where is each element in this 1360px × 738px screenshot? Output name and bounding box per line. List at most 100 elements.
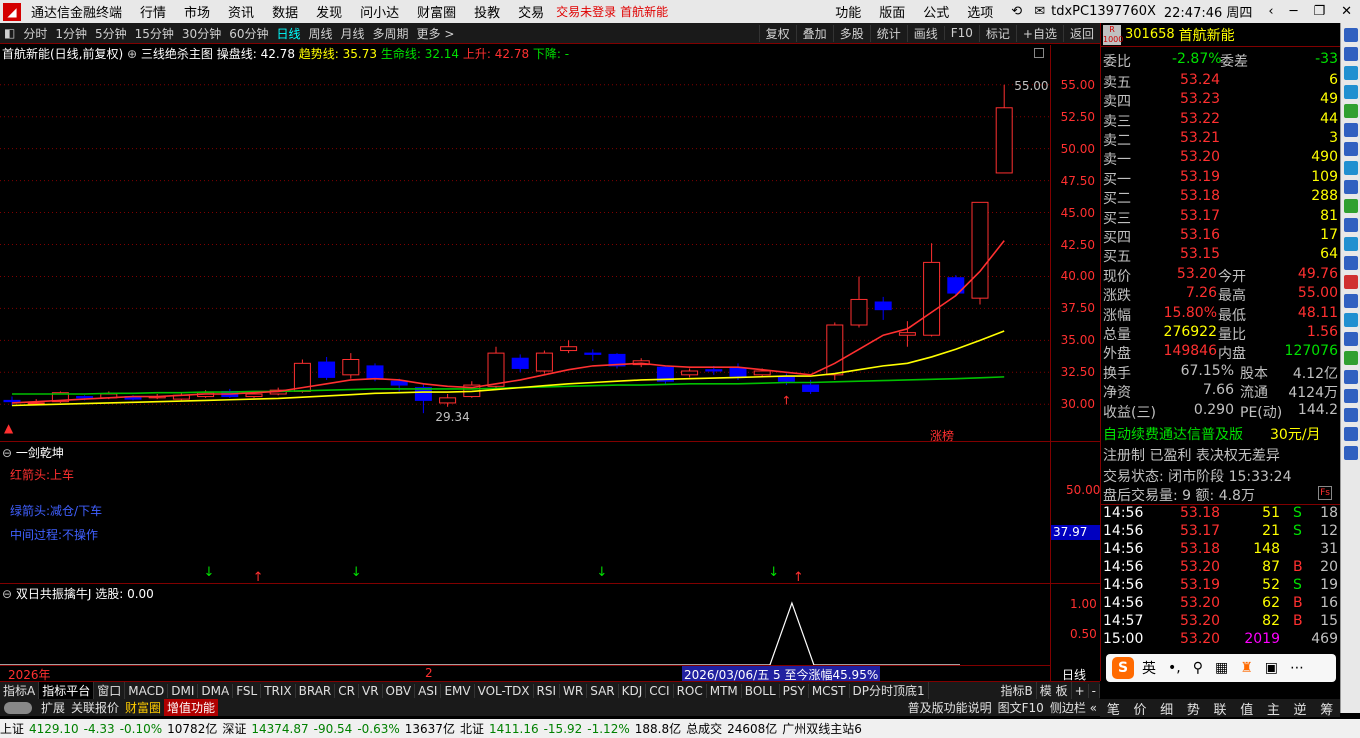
indicator-tab[interactable]: ROC xyxy=(674,683,707,698)
menu-item[interactable]: 市场 xyxy=(178,2,216,21)
restore-icon[interactable]: ❐ xyxy=(1313,4,1325,19)
zoom-out-icon[interactable] xyxy=(1344,47,1358,61)
indicator-tab[interactable]: CCI xyxy=(646,683,674,698)
refresh-icon[interactable]: ⟲ xyxy=(1011,4,1022,19)
indicator-tab[interactable]: WR xyxy=(560,683,588,698)
extension-button[interactable]: 关联报价 xyxy=(68,699,122,716)
template-tab[interactable]: 模 板 xyxy=(1037,682,1072,699)
draw-button[interactable]: 画线 xyxy=(906,24,944,42)
period-tab[interactable]: 30分钟 xyxy=(178,25,225,42)
indicator-tab[interactable]: 指标A xyxy=(0,682,40,699)
indicator-tab[interactable]: KDJ xyxy=(619,683,647,698)
period-tab[interactable]: 多周期 xyxy=(369,25,413,42)
rsi-icon[interactable] xyxy=(1344,351,1358,365)
tree-icon[interactable] xyxy=(1344,256,1358,270)
menu-item[interactable]: 发现 xyxy=(310,2,348,21)
overlay-button[interactable]: 叠加 xyxy=(795,24,833,42)
extension-button[interactable]: 财富圈 xyxy=(122,699,164,716)
indicator-tab[interactable]: DMA xyxy=(198,683,234,698)
grid-icon[interactable] xyxy=(1344,427,1358,441)
template-tab[interactable]: 指标B xyxy=(998,682,1037,699)
table-icon[interactable] xyxy=(1344,313,1358,327)
extension-button[interactable]: 扩展 xyxy=(38,699,68,716)
menu-item[interactable]: 财富圈 xyxy=(411,2,462,21)
add-watchlist-button[interactable]: +自选 xyxy=(1015,24,1063,42)
star-icon[interactable] xyxy=(1344,370,1358,384)
quote-tab[interactable]: 主 xyxy=(1260,699,1287,718)
period-tab[interactable]: 1分钟 xyxy=(51,25,91,42)
ime-logo-icon[interactable]: S xyxy=(1112,657,1134,679)
doc-icon[interactable] xyxy=(1344,161,1358,175)
menu-item[interactable]: 选项 xyxy=(961,2,999,21)
period-tab[interactable]: 15分钟 xyxy=(131,25,178,42)
indicator-tab[interactable]: MACD xyxy=(125,683,169,698)
quote-tab[interactable]: 筹 xyxy=(1313,699,1340,718)
indicator-tab[interactable]: VOL-TDX xyxy=(475,683,534,698)
ime-lang[interactable]: 英 xyxy=(1142,658,1156,678)
formula-name[interactable]: 三线绝杀主图 xyxy=(141,47,213,61)
menu-item[interactable]: 行情 xyxy=(134,2,172,21)
f10-button[interactable]: F10 xyxy=(943,26,979,40)
collapse-icon[interactable]: ⊖ xyxy=(2,587,16,601)
calendar-icon[interactable] xyxy=(1344,123,1358,137)
mail-icon[interactable]: ✉ xyxy=(1034,4,1045,19)
menu-item[interactable]: 问小达 xyxy=(354,2,405,21)
ime-voice-icon[interactable]: ⚲ xyxy=(1193,660,1203,676)
template-tab[interactable]: + xyxy=(1072,683,1089,698)
quote-tab[interactable]: 价 xyxy=(1127,699,1154,718)
quote-tab[interactable]: 值 xyxy=(1233,699,1260,718)
period-tab[interactable]: 分时 xyxy=(19,25,51,42)
f-icon[interactable] xyxy=(1344,142,1358,156)
fs-icon[interactable]: Fs xyxy=(1318,486,1332,500)
period-tab[interactable]: 月线 xyxy=(337,25,369,42)
period-tab[interactable]: 60分钟 xyxy=(225,25,272,42)
period-tab-active[interactable]: 日线 xyxy=(272,25,304,42)
period-tab[interactable]: 周线 xyxy=(305,25,337,42)
quote-tab[interactable]: 势 xyxy=(1180,699,1207,718)
menu-item[interactable]: 数据 xyxy=(266,2,304,21)
indicator-tab[interactable]: VR xyxy=(359,683,383,698)
indicator-tab[interactable]: RSI xyxy=(534,683,561,698)
chart-icon[interactable] xyxy=(1344,294,1358,308)
ime-keyboard-icon[interactable]: ▦ xyxy=(1215,660,1228,676)
close-icon[interactable]: ✕ xyxy=(1341,4,1352,19)
bar-icon[interactable] xyxy=(1344,218,1358,232)
menu-item[interactable]: 交易 xyxy=(512,2,550,21)
info-link[interactable]: 普及版功能说明 xyxy=(905,699,995,716)
ime-more-icon[interactable]: ⋯ xyxy=(1290,660,1304,676)
indicator-tab[interactable]: BOLL xyxy=(742,683,780,698)
wave-icon[interactable] xyxy=(1344,332,1358,346)
quote-tab[interactable]: 细 xyxy=(1153,699,1180,718)
indicator-tab[interactable]: OBV xyxy=(383,683,416,698)
menu-item[interactable]: 公式 xyxy=(917,2,955,21)
multi-stock-button[interactable]: 多股 xyxy=(832,24,870,42)
link-icon[interactable] xyxy=(1344,446,1358,460)
ranking-icon[interactable] xyxy=(1344,199,1358,213)
collapse-icon[interactable]: ⊖ xyxy=(2,446,16,460)
ime-skin-icon[interactable]: ♜ xyxy=(1240,660,1253,676)
extension-button[interactable]: 增值功能 xyxy=(164,699,219,716)
person-icon[interactable] xyxy=(1344,237,1358,251)
indicator-tab[interactable]: EMV xyxy=(441,683,475,698)
menu-item[interactable]: 资讯 xyxy=(222,2,260,21)
kline-chart[interactable]: 55.0029.34涨榜▲↑ ↓ ↑ ↓ ↓ ↓ ↑ xyxy=(0,62,1050,682)
indicator-tab[interactable]: DP分时顶底1 xyxy=(850,682,929,699)
indicator-tab[interactable]: 指标平台 xyxy=(39,682,95,699)
indicator-tab[interactable]: BRAR xyxy=(296,683,336,698)
expand-toggle-icon[interactable] xyxy=(4,701,32,714)
list-icon[interactable] xyxy=(1344,85,1358,99)
indicator-tab[interactable]: 窗口 xyxy=(94,682,126,699)
info-link[interactable]: 图文F10 xyxy=(995,699,1047,716)
people-icon[interactable] xyxy=(1344,389,1358,403)
zoom-in-icon[interactable] xyxy=(1344,28,1358,42)
chart-max-icon[interactable] xyxy=(1034,48,1044,58)
quote-tab[interactable]: 联 xyxy=(1207,699,1234,718)
indicator-tab[interactable]: MCST xyxy=(809,683,850,698)
template-tab[interactable]: - xyxy=(1089,683,1100,698)
f-icon[interactable] xyxy=(1344,180,1358,194)
menu-item[interactable]: 投教 xyxy=(468,2,506,21)
minimize-icon[interactable]: ─ xyxy=(1290,4,1298,19)
indicator-tab[interactable]: ASI xyxy=(415,683,442,698)
mark-button[interactable]: 标记 xyxy=(978,24,1016,42)
indicator-tab[interactable]: TRIX xyxy=(261,683,296,698)
